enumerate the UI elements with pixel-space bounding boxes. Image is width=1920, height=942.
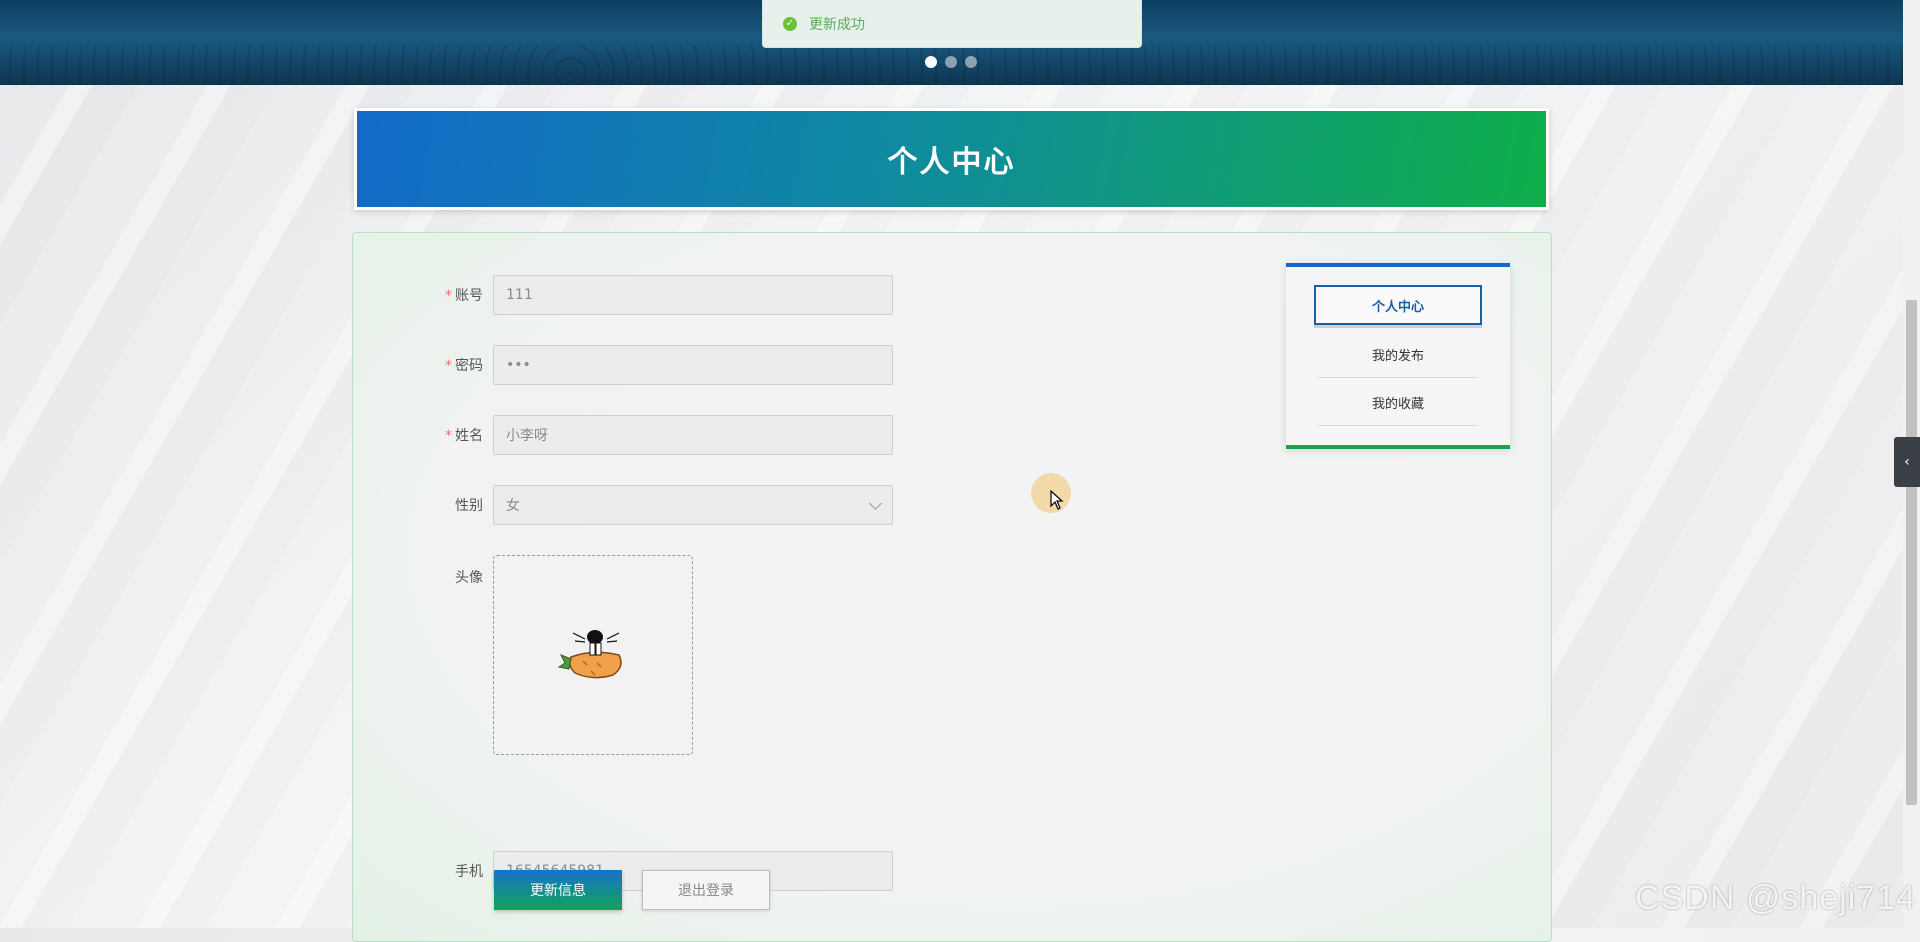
gender-select[interactable]: 女 bbox=[493, 485, 893, 525]
scrollbar-thumb[interactable] bbox=[1906, 300, 1917, 805]
name-label: * 姓名 bbox=[445, 428, 483, 444]
carousel-indicators bbox=[925, 56, 977, 68]
update-info-button[interactable]: 更新信息 bbox=[494, 870, 622, 910]
toast-message: 更新成功 bbox=[809, 16, 865, 33]
collapse-panel-button[interactable]: ‹ bbox=[1894, 437, 1920, 487]
required-marker: * bbox=[445, 358, 452, 374]
form-row-avatar: 头像 bbox=[353, 555, 693, 755]
carousel-dot-3[interactable] bbox=[965, 56, 977, 68]
gender-label: 性别 bbox=[455, 498, 483, 514]
chevron-down-icon bbox=[869, 496, 882, 510]
phone-label: 手机 bbox=[455, 864, 483, 880]
avatar-image bbox=[557, 630, 622, 679]
logout-button[interactable]: 退出登录 bbox=[642, 870, 770, 910]
menu-item-my-posts[interactable]: 我的发布 bbox=[1318, 332, 1478, 378]
name-field[interactable]: 小李呀 bbox=[493, 415, 893, 455]
form-row-account: * 账号 111 bbox=[353, 275, 893, 315]
password-field[interactable]: ••• bbox=[493, 345, 893, 385]
account-label: * 账号 bbox=[445, 288, 483, 304]
avatar-label: 头像 bbox=[455, 570, 483, 586]
account-field[interactable]: 111 bbox=[493, 275, 893, 315]
form-row-name: * 姓名 小李呀 bbox=[353, 415, 893, 455]
form-row-gender: 性别 女 bbox=[353, 485, 893, 525]
form-row-password: * 密码 ••• bbox=[353, 345, 893, 385]
menu-item-profile[interactable]: 个人中心 bbox=[1314, 285, 1482, 325]
avatar-upload[interactable] bbox=[493, 555, 693, 755]
chevron-left-icon: ‹ bbox=[1904, 454, 1910, 470]
carousel-dot-2[interactable] bbox=[945, 56, 957, 68]
page-title-bar: 个人中心 bbox=[354, 108, 1549, 210]
success-toast: ✓ 更新成功 bbox=[762, 0, 1142, 48]
page-title: 个人中心 bbox=[887, 145, 1016, 180]
password-label: * 密码 bbox=[445, 358, 483, 374]
required-marker: * bbox=[445, 428, 452, 444]
side-menu: 个人中心 我的发布 我的收藏 bbox=[1286, 263, 1510, 449]
required-marker: * bbox=[445, 288, 452, 304]
mouse-cursor-icon bbox=[1050, 490, 1064, 510]
carousel-dot-1[interactable] bbox=[925, 56, 937, 68]
check-circle-icon: ✓ bbox=[783, 16, 797, 31]
menu-item-my-favorites[interactable]: 我的收藏 bbox=[1318, 380, 1478, 426]
form-row-phone: 手机 16545645981 bbox=[353, 851, 893, 891]
watermark: CSDN @sheji714 bbox=[1635, 879, 1916, 917]
